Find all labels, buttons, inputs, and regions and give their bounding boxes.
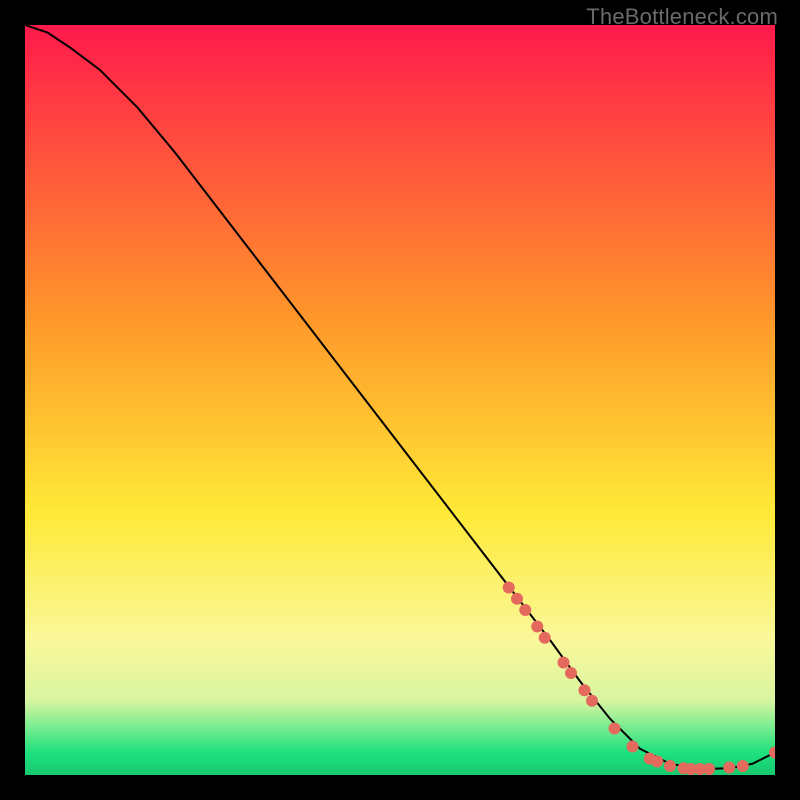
data-point xyxy=(519,604,531,616)
data-point xyxy=(586,695,598,707)
chart-background xyxy=(25,25,775,775)
data-point xyxy=(531,621,543,633)
chart-svg xyxy=(25,25,775,775)
data-point xyxy=(503,582,515,594)
data-point xyxy=(737,760,749,772)
data-point xyxy=(511,593,523,605)
data-point xyxy=(627,741,639,753)
data-point xyxy=(609,723,621,735)
data-point xyxy=(579,684,591,696)
data-point xyxy=(565,667,577,679)
data-point xyxy=(558,657,570,669)
chart-area xyxy=(25,25,775,775)
data-point xyxy=(723,762,735,774)
data-point xyxy=(651,756,663,768)
data-point xyxy=(664,760,676,772)
data-point xyxy=(703,763,715,775)
data-point xyxy=(539,632,551,644)
